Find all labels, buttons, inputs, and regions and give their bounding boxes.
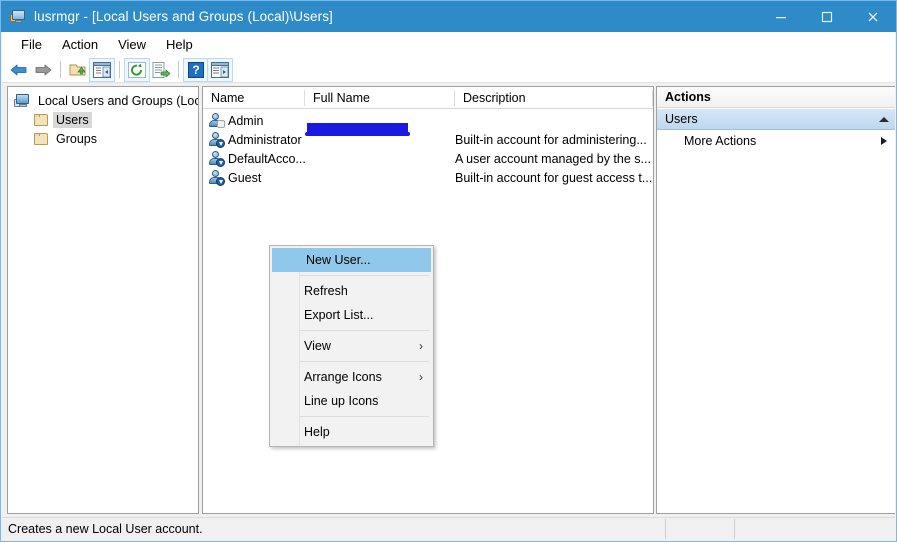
menu-view[interactable]: View xyxy=(108,34,156,55)
list-column-headers: Name Full Name Description xyxy=(203,87,653,109)
user-name-cell: Guest xyxy=(203,169,305,186)
user-icon xyxy=(208,112,225,129)
context-menu-item-view[interactable]: View › xyxy=(270,334,433,358)
up-folder-icon[interactable] xyxy=(66,59,90,81)
window-title: lusrmgr - [Local Users and Groups (Local… xyxy=(34,9,333,24)
user-disabled-icon xyxy=(208,131,225,148)
show-hide-action-pane-icon[interactable] xyxy=(207,57,233,82)
table-row[interactable]: Guest Built-in account for guest access … xyxy=(203,168,653,187)
action-more-actions[interactable]: More Actions xyxy=(657,130,895,152)
context-menu-item-label: Export List... xyxy=(304,308,374,322)
show-hide-tree-icon[interactable] xyxy=(89,57,115,82)
actions-group-users[interactable]: Users xyxy=(657,108,895,130)
menu-action[interactable]: Action xyxy=(52,34,108,55)
user-name-cell: Admin xyxy=(203,112,305,129)
context-menu-item-new-user[interactable]: New User... xyxy=(272,248,431,272)
tree-item-groups[interactable]: Groups xyxy=(12,129,198,148)
context-menu: New User... Refresh Export List... View … xyxy=(269,245,434,447)
status-bar-divider xyxy=(665,519,666,539)
column-header-name[interactable]: Name xyxy=(203,87,305,109)
toolbar-separator xyxy=(178,61,179,78)
menu-bar: File Action View Help xyxy=(2,32,895,57)
export-list-icon[interactable] xyxy=(149,59,173,81)
column-header-description[interactable]: Description xyxy=(455,87,653,109)
tree-item-root-label: Local Users and Groups (Local) xyxy=(38,93,199,108)
refresh-icon[interactable] xyxy=(124,57,150,82)
tree-item-users[interactable]: Users xyxy=(12,110,198,129)
context-menu-separator xyxy=(300,330,429,331)
table-row[interactable]: DefaultAcco... A user account managed by… xyxy=(203,149,653,168)
context-menu-item-refresh[interactable]: Refresh xyxy=(270,279,433,303)
folder-icon xyxy=(32,112,50,128)
caret-up-icon[interactable] xyxy=(879,116,889,122)
submenu-arrow-icon: › xyxy=(419,339,423,353)
status-bar: Creates a new Local User account. xyxy=(2,517,895,540)
context-menu-separator xyxy=(300,361,429,362)
lusrmgr-window: lusrmgr - [Local Users and Groups (Local… xyxy=(0,0,897,542)
close-button[interactable] xyxy=(850,1,896,32)
forward-icon[interactable] xyxy=(31,59,55,81)
user-disabled-icon xyxy=(208,169,225,186)
user-name-label: Guest xyxy=(228,170,262,185)
maximize-button[interactable] xyxy=(804,1,850,32)
action-more-actions-label: More Actions xyxy=(684,134,757,148)
context-menu-item-label: New User... xyxy=(306,253,371,267)
redaction-bar xyxy=(305,122,410,136)
toolbar-separator xyxy=(119,61,120,78)
user-name-cell: Administrator xyxy=(203,131,305,148)
context-menu-separator xyxy=(300,416,429,417)
caret-right-icon xyxy=(881,137,887,145)
title-bar: lusrmgr - [Local Users and Groups (Local… xyxy=(1,1,896,32)
context-menu-item-export-list[interactable]: Export List... xyxy=(270,303,433,327)
user-name-cell: DefaultAcco... xyxy=(203,150,305,167)
menu-file[interactable]: File xyxy=(11,34,52,55)
user-description-cell: Built-in account for administering... xyxy=(455,132,647,147)
tree-item-root[interactable]: Local Users and Groups (Local) xyxy=(12,91,198,110)
table-row[interactable]: Admin xyxy=(203,111,653,136)
actions-pane-title: Actions xyxy=(657,87,895,108)
context-menu-item-label: Line up Icons xyxy=(304,394,379,408)
folder-icon xyxy=(32,131,50,147)
context-menu-item-label: View xyxy=(304,339,331,353)
context-menu-item-help[interactable]: Help xyxy=(270,420,433,444)
context-menu-item-label: Help xyxy=(304,425,330,439)
console-tree-pane: Local Users and Groups (Local) Users Gro… xyxy=(7,86,199,514)
user-description-cell: Built-in account for guest access t... xyxy=(455,170,653,185)
window-controls xyxy=(758,1,896,32)
actions-group-label: Users xyxy=(665,112,698,126)
menu-help[interactable]: Help xyxy=(156,34,203,55)
help-icon[interactable]: ? xyxy=(183,57,209,82)
svg-text:?: ? xyxy=(192,63,199,77)
context-menu-item-arrange-icons[interactable]: Arrange Icons › xyxy=(270,365,433,389)
mmc-console-icon xyxy=(10,9,26,25)
status-bar-text: Creates a new Local User account. xyxy=(8,522,203,536)
status-bar-divider xyxy=(734,519,735,539)
user-description-cell: A user account managed by the s... xyxy=(455,151,651,166)
user-name-label: DefaultAcco... xyxy=(228,151,305,166)
back-icon[interactable] xyxy=(7,59,31,81)
tree-item-users-label: Users xyxy=(53,111,92,128)
table-row[interactable]: Administrator Built-in account for admin… xyxy=(203,130,653,149)
context-menu-separator xyxy=(300,275,429,276)
column-header-full-name[interactable]: Full Name xyxy=(305,87,455,109)
user-name-label: Administrator xyxy=(228,132,302,147)
content-area: Local Users and Groups (Local) Users Gro… xyxy=(2,84,895,517)
submenu-arrow-icon: › xyxy=(419,370,423,384)
minimize-button[interactable] xyxy=(758,1,804,32)
user-name-label: Admin xyxy=(228,113,264,128)
toolbar-separator xyxy=(60,61,61,78)
toolbar: ? xyxy=(2,57,895,83)
tree-item-groups-label: Groups xyxy=(56,131,97,146)
context-menu-item-label: Refresh xyxy=(304,284,348,298)
context-menu-item-label: Arrange Icons xyxy=(304,370,382,384)
actions-pane: Actions Users More Actions xyxy=(656,86,895,514)
context-menu-item-line-up-icons[interactable]: Line up Icons xyxy=(270,389,433,413)
user-disabled-icon xyxy=(208,150,225,167)
console-tree: Local Users and Groups (Local) Users Gro… xyxy=(8,87,198,148)
computer-icon xyxy=(14,93,32,109)
